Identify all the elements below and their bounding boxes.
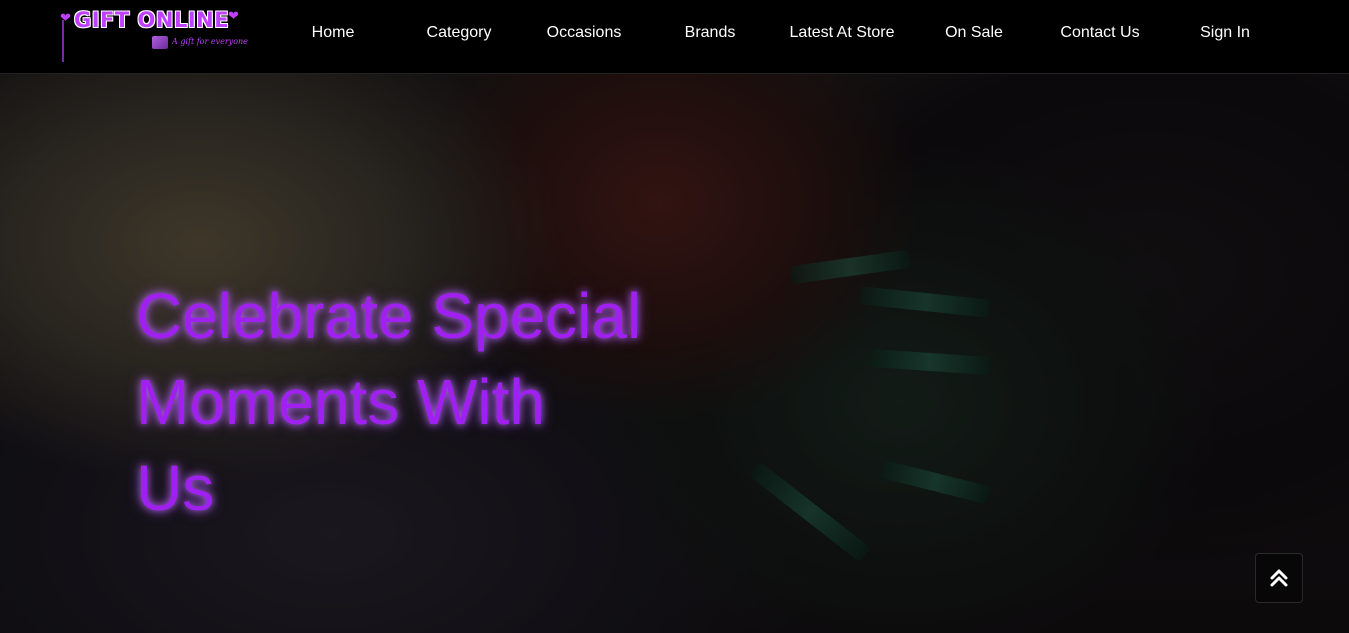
logo-drip-decoration [62, 20, 64, 62]
nav-home[interactable]: Home [312, 24, 355, 42]
logo-tagline: A gift for everyone [172, 37, 248, 46]
heart-icon: ❤ [228, 8, 239, 23]
hero-heading-line: Moments With [136, 366, 545, 438]
main-navigation: Home Category Occasions Brands Latest At… [270, 0, 1290, 70]
nav-brands[interactable]: Brands [685, 24, 736, 42]
nav-sign-in[interactable]: Sign In [1200, 24, 1250, 42]
logo-title: GIFT ONLINE [74, 8, 230, 32]
heart-icon: ❤ [60, 10, 71, 25]
hero-heading-line: Celebrate Special [136, 280, 642, 352]
gift-box-icon [152, 36, 168, 49]
hero-heading-line: Us [136, 452, 215, 524]
navbar: ❤ GIFT ONLINE ❤ A gift for everyone Home… [0, 0, 1349, 74]
site-logo[interactable]: ❤ GIFT ONLINE ❤ A gift for everyone [60, 6, 248, 62]
hero-heading: Celebrate Special Moments With Us [136, 273, 736, 531]
nav-occasions[interactable]: Occasions [547, 24, 622, 42]
nav-category[interactable]: Category [427, 24, 492, 42]
double-chevron-up-icon [1270, 569, 1288, 587]
nav-contact-us[interactable]: Contact Us [1060, 24, 1139, 42]
nav-latest-at-store[interactable]: Latest At Store [790, 24, 895, 42]
scroll-to-top-button[interactable] [1255, 553, 1303, 603]
hero-banner: Celebrate Special Moments With Us [0, 73, 1349, 633]
nav-on-sale[interactable]: On Sale [945, 24, 1003, 42]
